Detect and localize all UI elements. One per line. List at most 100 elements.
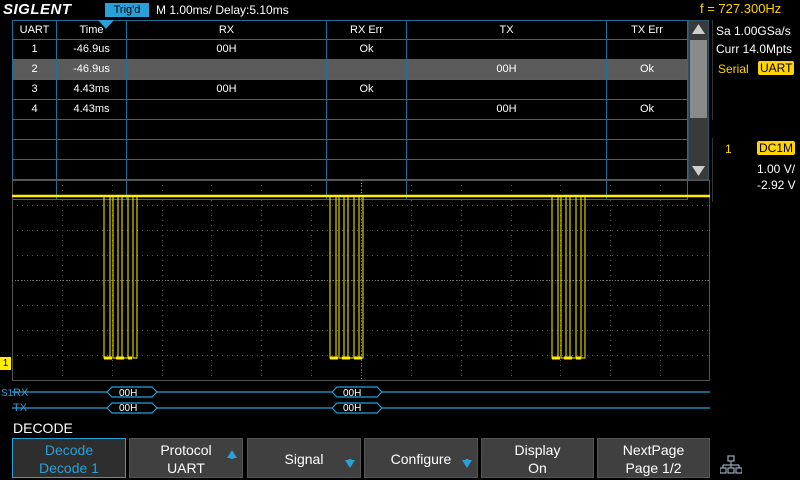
timebase-readout: M 1.00ms/ Delay:5.10ms: [156, 3, 289, 17]
table-cell-rx-err: [327, 100, 407, 119]
table-cell-tx-err: Ok: [607, 100, 688, 119]
table-cell-tx-err: Ok: [607, 60, 688, 79]
table-cell-time: [57, 160, 127, 179]
button-line1: Signal: [284, 451, 324, 467]
table-cell-time: -46.9us: [57, 40, 127, 59]
table-cell-tx-err: [607, 160, 688, 179]
table-cell-rx-err: [327, 160, 407, 179]
table-cell-tx-err: [607, 140, 688, 159]
table-cell-rx: [127, 120, 327, 139]
table-row[interactable]: 4 4.43ms 00H Ok: [12, 100, 688, 120]
coupling-badge: DC1M: [757, 141, 796, 155]
up-arrow-icon: [227, 450, 237, 459]
next-page-button[interactable]: NextPage Page 1/2: [597, 438, 710, 478]
table-row[interactable]: 2 -46.9us 00H Ok: [12, 60, 688, 80]
button-line1: Protocol: [160, 442, 212, 458]
channel-number: 1: [725, 142, 732, 156]
table-cell-time: [57, 140, 127, 159]
table-cell-rx-err: Ok: [327, 40, 407, 59]
table-cell-rx: [127, 60, 327, 79]
table-cell-uart: [12, 140, 57, 159]
table-cell-time: -46.9us: [57, 60, 127, 79]
table-row[interactable]: 1 -46.9us 00H Ok: [12, 40, 688, 60]
configure-button[interactable]: Configure: [364, 438, 478, 478]
table-cell-uart: 4: [12, 100, 57, 119]
tx-bus-label: TX: [13, 402, 28, 414]
channel1-info[interactable]: 1 DC1M 1.00 V/ -2.92 V: [712, 138, 800, 202]
button-line2: UART: [167, 460, 205, 476]
header-rx: RX: [127, 21, 327, 39]
decode-select-button[interactable]: Decode Decode 1: [12, 438, 126, 478]
table-cell-uart: [12, 120, 57, 139]
button-line1: Configure: [390, 451, 452, 467]
table-cell-uart: [12, 160, 57, 179]
table-cell-time: [57, 120, 127, 139]
bus-marker: S1: [1, 388, 14, 399]
table-row[interactable]: [12, 120, 688, 140]
waveform-display[interactable]: [12, 180, 710, 418]
table-row[interactable]: [12, 160, 688, 180]
frequency-readout: f = 727.300Hz: [700, 1, 782, 16]
table-cell-tx: [407, 140, 607, 159]
rx-bus-label: RX: [13, 387, 29, 399]
table-cell-uart: 3: [12, 80, 57, 99]
trigger-status-badge: Trig'd: [105, 3, 149, 17]
button-line2: Page 1/2: [625, 460, 682, 476]
down-arrow-icon: [345, 459, 355, 468]
channel1-level-marker[interactable]: 1: [0, 357, 11, 370]
table-cell-tx-err: [607, 40, 688, 59]
signal-button[interactable]: Signal: [247, 438, 361, 478]
table-row[interactable]: 3 4.43ms 00H Ok: [12, 80, 688, 100]
table-cell-rx-err: [327, 120, 407, 139]
serial-protocol-badge: UART: [758, 61, 795, 75]
header-tx-err: TX Err: [607, 21, 688, 39]
header-tx: TX: [407, 21, 607, 39]
table-cell-tx: [407, 80, 607, 99]
table-cell-tx: [407, 160, 607, 179]
scrollbar-graphic: [687, 19, 710, 181]
table-cell-tx: [407, 120, 607, 139]
header-uart: UART: [12, 21, 57, 39]
sample-rate: Sa 1.00GSa/s: [716, 24, 791, 38]
table-cell-rx: [127, 140, 327, 159]
protocol-button[interactable]: Protocol UART: [129, 438, 243, 478]
table-cell-rx: [127, 160, 327, 179]
table-cell-uart: 1: [12, 40, 57, 59]
table-cell-tx-err: [607, 80, 688, 99]
graticule: [12, 180, 710, 381]
button-line1: Display: [514, 442, 561, 458]
down-arrow-icon: [462, 459, 472, 468]
decode-table: UART Time RX RX Err TX TX Err 1 -46.9us 00…: [12, 20, 709, 200]
table-scrollbar[interactable]: [687, 19, 710, 181]
rx-packet-label: 00H: [343, 388, 362, 399]
right-info-panel: Sa 1.00GSa/s Curr 14.0Mpts Serial UART 1…: [712, 20, 800, 480]
volts-per-div: 1.00 V/: [757, 162, 796, 176]
button-line1: Decode: [44, 442, 94, 458]
tx-packet-label: 00H: [119, 403, 138, 414]
table-cell-rx: [127, 100, 327, 119]
network-icon: [720, 455, 742, 474]
table-cell-tx-err: [607, 120, 688, 139]
button-line2: Decode 1: [39, 460, 99, 476]
header-rx-err: RX Err: [327, 21, 407, 39]
memory-depth: Curr 14.0Mpts: [716, 42, 793, 56]
table-cell-rx-err: Ok: [327, 80, 407, 99]
menu-title: DECODE: [13, 420, 73, 436]
table-cell-time: 4.43ms: [57, 80, 127, 99]
button-line2: On: [528, 460, 547, 476]
display-button[interactable]: Display On: [481, 438, 594, 478]
table-cell-time: 4.43ms: [57, 100, 127, 119]
table-cell-rx-err: [327, 60, 407, 79]
rx-packet-label: 00H: [119, 388, 138, 399]
header-time: Time: [57, 21, 127, 39]
channel-offset: -2.92 V: [757, 178, 796, 192]
table-row[interactable]: [12, 140, 688, 160]
table-cell-tx: 00H: [407, 60, 607, 79]
top-status-bar: SIGLENT Trig'd M 1.00ms/ Delay:5.10ms f …: [0, 0, 800, 20]
scrollbar-thumb: [690, 40, 707, 118]
table-cell-tx: [407, 40, 607, 59]
table-cell-rx: 00H: [127, 40, 327, 59]
table-cell-uart: 2: [12, 60, 57, 79]
table-cell-rx-err: [327, 140, 407, 159]
table-cell-tx: 00H: [407, 100, 607, 119]
